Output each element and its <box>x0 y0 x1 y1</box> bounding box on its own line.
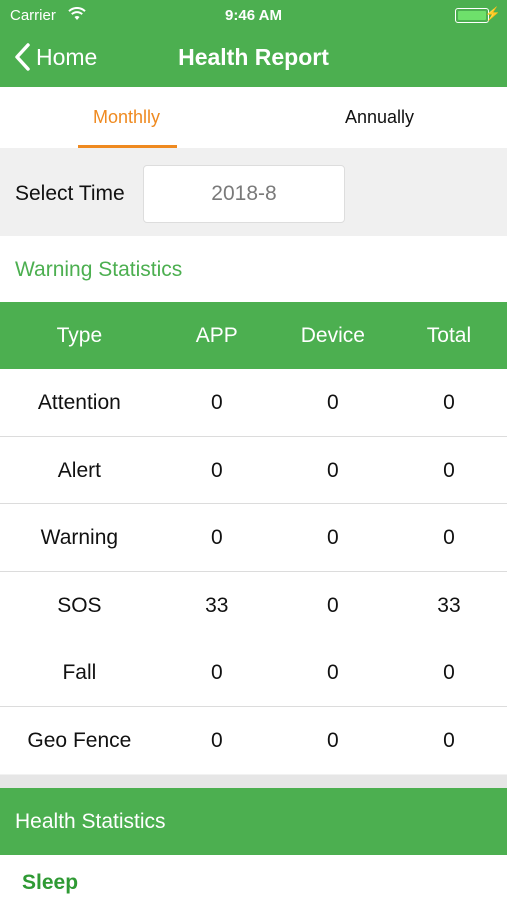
cell-device: 0 <box>327 526 339 549</box>
back-label: Home <box>36 43 98 70</box>
cell-type: Warning <box>40 526 119 549</box>
table-row: Fall 0 0 0 <box>0 639 507 707</box>
cell-total: 0 <box>443 391 455 414</box>
tab-monthly-label: Monthlly <box>92 107 161 127</box>
sleep-title: Sleep <box>22 871 79 894</box>
tab-annually[interactable]: Annually <box>253 87 506 148</box>
sleep-section: Sleep <box>0 855 507 900</box>
health-statistics-header: Health Statistics <box>0 788 507 855</box>
cell-type: Geo Fence <box>27 728 132 752</box>
back-button[interactable]: Home <box>12 41 97 73</box>
column-header-type: Type <box>56 324 103 347</box>
cell-total: 33 <box>437 593 461 617</box>
cell-total: 0 <box>443 661 455 684</box>
top-bar: Carrier 9:46 AM ⚡ Home Health Report <box>0 0 507 87</box>
select-time-label: Select Time <box>15 182 125 205</box>
chevron-left-icon <box>15 43 30 71</box>
cell-app: 0 <box>210 391 223 414</box>
status-time: 9:46 AM <box>225 7 282 24</box>
cell-app: 0 <box>210 526 223 549</box>
cell-type: SOS <box>57 593 102 617</box>
nav-bar: Home Health Report <box>0 30 507 87</box>
table-header: Type APP Device Total <box>0 302 507 369</box>
column-header-total: Total <box>426 324 472 347</box>
cell-device: 0 <box>327 593 339 617</box>
column-header-device: Device <box>300 324 365 347</box>
cell-app: 33 <box>205 593 229 617</box>
cell-total: 0 <box>443 458 455 482</box>
section-divider <box>0 775 507 788</box>
cell-total: 0 <box>443 526 455 549</box>
cell-device: 0 <box>327 458 339 482</box>
table-row: Alert 0 0 0 <box>0 437 507 504</box>
cell-type: Alert <box>57 458 101 482</box>
cell-type: Fall <box>62 661 97 684</box>
tab-monthly[interactable]: Monthlly <box>0 87 253 148</box>
table-row: Attention 0 0 0 <box>0 369 507 437</box>
warning-statistics-title: Warning Statistics <box>15 258 183 281</box>
column-header-app: APP <box>195 324 238 347</box>
charging-icon: ⚡ <box>484 6 501 21</box>
period-tabs: Monthlly Annually <box>0 87 507 148</box>
status-bar: Carrier 9:46 AM ⚡ <box>0 0 507 30</box>
cell-device: 0 <box>327 728 339 752</box>
warning-table-body: Attention 0 0 0 Alert 0 0 0 Warning 0 0 … <box>0 369 507 774</box>
table-row: SOS 33 0 33 <box>0 572 507 640</box>
cell-app: 0 <box>210 458 223 482</box>
cell-total: 0 <box>443 728 455 752</box>
warning-statistics-header: Warning Statistics <box>0 236 507 302</box>
cell-device: 0 <box>327 661 339 684</box>
health-statistics-title: Health Statistics <box>15 810 166 833</box>
cell-type: Attention <box>37 391 121 414</box>
tab-annually-label: Annually <box>344 107 415 127</box>
table-row: Geo Fence 0 0 0 <box>0 707 507 775</box>
select-time-row: Select Time 2018-8 <box>0 148 507 236</box>
cell-app: 0 <box>210 728 223 752</box>
cell-device: 0 <box>327 391 339 414</box>
cell-app: 0 <box>210 661 223 684</box>
table-row: Warning 0 0 0 <box>0 504 507 572</box>
time-picker-field[interactable]: 2018-8 <box>143 165 345 223</box>
